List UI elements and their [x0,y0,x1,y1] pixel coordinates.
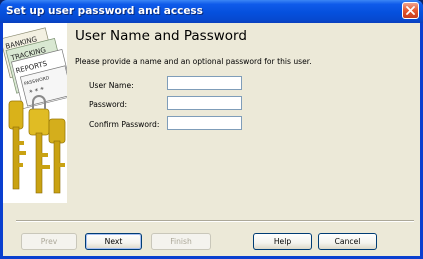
help-button[interactable]: Help [253,233,312,250]
dialog-client-area: BANKING TRACKING REPORTS PASSWORD * * * [3,23,420,256]
cancel-button[interactable]: Cancel [318,233,377,250]
confirm-password-label: Confirm Password: [89,120,160,129]
prev-button[interactable]: Prev [21,233,77,250]
close-icon [406,6,415,15]
password-input[interactable] [167,96,242,110]
password-label: Password: [89,100,128,109]
user-name-label: User Name: [89,81,134,90]
title-bar[interactable]: Set up user password and access [0,0,423,23]
footer-divider [16,220,414,222]
close-button[interactable] [402,2,419,19]
page-heading: User Name and Password [75,28,247,44]
user-name-input[interactable] [167,76,242,90]
page-description: Please provide a name and an optional pa… [75,57,312,66]
window-title: Set up user password and access [6,5,203,17]
wizard-content: User Name and Password Please provide a … [75,23,415,203]
dialog-window: Set up user password and access BANKING … [0,0,423,259]
next-button[interactable]: Next [85,233,142,250]
confirm-password-input[interactable] [167,116,242,130]
finish-button[interactable]: Finish [151,233,211,250]
wizard-banner-image: BANKING TRACKING REPORTS PASSWORD * * * [3,23,67,203]
